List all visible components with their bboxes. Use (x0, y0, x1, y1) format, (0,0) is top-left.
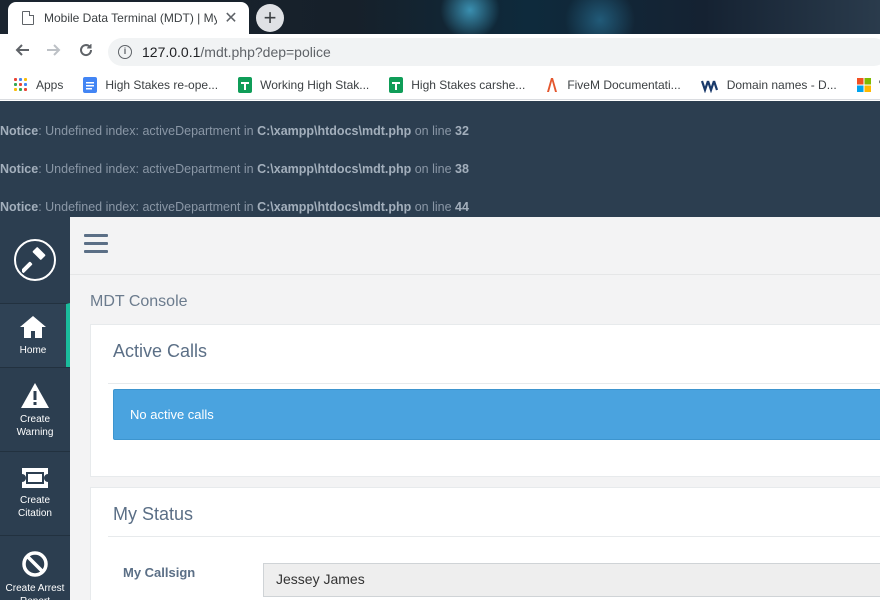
tab-close-icon[interactable]: ✕ (223, 8, 239, 28)
my-status-panel: My Status My Callsign Jessey James (90, 487, 880, 600)
fivem-icon (545, 77, 559, 93)
bookmark-label: High Stakes carshe... (411, 77, 526, 92)
php-notice: Notice: Undefined index: activeDepartmen… (0, 162, 469, 176)
google-docs-icon (83, 76, 98, 93)
apps-grid-icon (14, 77, 28, 92)
bookmark-label: High Stakes re-ope... (105, 77, 219, 92)
main-content: MDT Console Active Calls No active calls… (70, 275, 880, 600)
php-notice: Notice: Undefined index: activeDepartmen… (0, 200, 469, 214)
my-status-title: My Status (113, 504, 194, 524)
sidebar-item-label: Home (19, 345, 47, 356)
sidebar-item-label: Create Citation (18, 495, 52, 519)
back-button[interactable] (10, 40, 34, 64)
sidebar-item-label: Create Arrest Report (5, 583, 65, 600)
warning-icon (21, 383, 49, 408)
no-active-calls-alert: No active calls (113, 389, 880, 440)
gavel-icon[interactable] (14, 239, 56, 281)
bookmark-item[interactable]: FiveM Documentati... (545, 77, 681, 93)
forward-arrow-icon (47, 44, 61, 56)
ban-icon (22, 551, 48, 577)
browser-toolbar: i 127.0.0.1/mdt.php?dep=police (0, 34, 880, 70)
back-arrow-icon (15, 44, 29, 56)
app-topbar (70, 217, 880, 275)
sidebar-item-home[interactable]: Home (0, 303, 70, 367)
bookmarks-bar: Apps High Stakes re-ope... Working High … (0, 70, 880, 100)
home-icon (20, 316, 46, 338)
reload-button[interactable] (74, 40, 98, 64)
bookmark-item[interactable]: Domain names - D... (700, 77, 837, 93)
reload-icon (80, 44, 93, 57)
active-calls-panel: Active Calls No active calls (90, 324, 880, 477)
page-icon (22, 11, 34, 25)
bookmark-item[interactable]: High Stakes carshe... (389, 76, 526, 93)
tab-title: Mobile Data Terminal (MDT) | My (44, 11, 217, 25)
divider (108, 383, 880, 384)
php-notice: Notice: Undefined index: activeDepartmen… (0, 124, 469, 138)
php-notices: Notice: Undefined index: activeDepartmen… (0, 101, 880, 217)
sidebar: Home Create Warning Create Citation Crea… (0, 217, 70, 600)
logo-area (0, 217, 70, 303)
bookmark-item[interactable]: Working High Stak... (238, 76, 370, 93)
domain-icon (700, 77, 719, 93)
callsign-label: My Callsign (123, 565, 196, 580)
google-sheets-icon (389, 76, 404, 93)
sidebar-item-create-arrest-report[interactable]: Create Arrest Report (0, 535, 70, 600)
bookmark-apps[interactable]: Apps (14, 77, 64, 92)
url-host: 127.0.0.1 (142, 44, 201, 60)
bookmark-label: Apps (36, 77, 64, 92)
browser-tab-active[interactable]: Mobile Data Terminal (MDT) | My ✕ (8, 2, 249, 34)
new-tab-button[interactable]: + (256, 4, 284, 32)
bookmark-item[interactable]: High Stakes re-ope... (83, 76, 219, 93)
bookmark-label: Working High Stak... (260, 77, 370, 92)
windows-icon (856, 77, 871, 93)
ticket-icon (22, 468, 48, 488)
page-title: MDT Console (90, 293, 188, 310)
active-calls-title: Active Calls (113, 341, 208, 361)
browser-tab-strip: Mobile Data Terminal (MDT) | My ✕ + (0, 0, 880, 34)
forward-button[interactable] (42, 40, 66, 64)
address-bar[interactable]: i 127.0.0.1/mdt.php?dep=police (108, 38, 880, 66)
callsign-field[interactable]: Jessey James (263, 563, 880, 597)
bookmark-label: Domain names - D... (726, 77, 837, 92)
info-icon[interactable]: i (118, 45, 132, 59)
bookmark-label: FiveM Documentati... (567, 77, 681, 92)
sidebar-item-create-citation[interactable]: Create Citation (0, 451, 70, 535)
divider (108, 536, 880, 537)
google-sheets-icon (238, 76, 253, 93)
sidebar-item-create-warning[interactable]: Create Warning (0, 367, 70, 451)
url-path: /mdt.php?dep=police (200, 44, 331, 60)
sidebar-item-label: Create Warning (16, 414, 54, 438)
hamburger-menu-icon[interactable] (84, 234, 108, 256)
bookmark-item[interactable]: " (856, 77, 880, 93)
background-glow (440, 0, 500, 34)
background-glow (560, 0, 640, 34)
